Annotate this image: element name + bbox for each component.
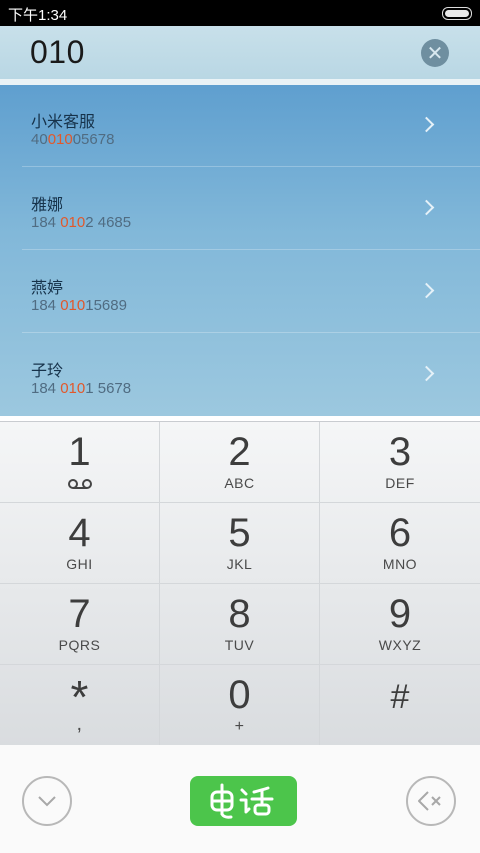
backspace-button[interactable] <box>406 776 456 826</box>
key-6[interactable]: 6 MNO <box>320 503 480 584</box>
row-divider <box>22 332 480 333</box>
key-1[interactable]: 1 <box>0 422 160 503</box>
key-9[interactable]: 9 WXYZ <box>320 584 480 665</box>
dial-keypad: 1 2 ABC 3 DEF 4 GHI 5 JKL 6 MNO 7 PQRS 8… <box>0 421 480 746</box>
voicemail-icon <box>68 479 92 489</box>
key-letters: WXYZ <box>378 637 422 653</box>
row-divider <box>22 166 480 167</box>
key-letters: PQRS <box>58 637 101 653</box>
phone-call-icon <box>210 783 274 819</box>
call-button[interactable] <box>190 776 297 826</box>
key-digit: # <box>390 678 410 716</box>
key-letters: , <box>76 713 83 735</box>
contact-number: 4001005678 <box>31 131 115 148</box>
key-digit: 0 <box>228 673 251 717</box>
key-letters: MNO <box>382 556 418 572</box>
key-digit: 3 <box>388 430 412 474</box>
key-digit: 2 <box>228 430 251 474</box>
status-time: 下午1:34 <box>8 7 68 24</box>
dialed-number[interactable]: 010 <box>30 34 85 71</box>
number-match-highlight: 010 <box>60 214 86 231</box>
key-digit: 8 <box>228 592 251 636</box>
chevron-right-icon[interactable] <box>418 282 435 299</box>
contact-number: 184 01015689 <box>31 297 127 314</box>
battery-icon <box>442 7 472 20</box>
key-digit: 1 <box>68 430 91 474</box>
chevron-right-icon[interactable] <box>418 365 435 382</box>
backspace-icon <box>418 791 441 811</box>
key-letters: GHI <box>66 556 93 572</box>
contact-name: 雅娜 <box>31 195 64 214</box>
chevron-down-icon <box>38 796 56 807</box>
key-digit: 9 <box>388 592 412 636</box>
row-divider <box>22 249 480 250</box>
key-letters: JKL <box>226 556 253 572</box>
contact-results: 小米客服 4001005678 雅娜 184 0102 4685 燕婷 184 … <box>0 85 480 416</box>
key-8[interactable]: 8 TUV <box>160 584 320 665</box>
contact-row[interactable]: 燕婷 184 01015689 <box>0 251 480 333</box>
status-bar: 下午1:34 <box>0 0 480 26</box>
chevron-right-icon[interactable] <box>418 116 435 133</box>
key-3[interactable]: 3 DEF <box>320 422 480 503</box>
key-5[interactable]: 5 JKL <box>160 503 320 584</box>
key-7[interactable]: 7 PQRS <box>0 584 160 665</box>
contact-name: 子玲 <box>31 361 64 380</box>
contact-number: 184 0102 4685 <box>31 214 132 231</box>
key-letters: + <box>234 718 245 735</box>
contact-row[interactable]: 子玲 184 0101 5678 <box>0 334 480 416</box>
key-letters: TUV <box>224 637 255 653</box>
number-match-highlight: 010 <box>47 131 73 148</box>
key-letters: DEF <box>385 475 415 491</box>
key-digit: 7 <box>68 592 91 636</box>
key-0[interactable]: 0 + <box>160 665 320 746</box>
contact-name: 小米客服 <box>31 112 96 131</box>
dial-input-bar: 010 ✕ <box>0 26 480 79</box>
key-digit: 4 <box>68 511 91 555</box>
clear-icon[interactable]: ✕ <box>421 39 449 67</box>
key-digit: 5 <box>228 511 251 555</box>
chevron-right-icon[interactable] <box>418 199 435 216</box>
contact-name: 燕婷 <box>31 278 64 297</box>
contact-row[interactable]: 雅娜 184 0102 4685 <box>0 168 480 250</box>
contact-number: 184 0101 5678 <box>31 380 132 397</box>
key-2[interactable]: 2 ABC <box>160 422 320 503</box>
number-match-highlight: 010 <box>60 297 86 314</box>
key-letters: ABC <box>224 475 255 491</box>
key-4[interactable]: 4 GHI <box>0 503 160 584</box>
number-match-highlight: 010 <box>60 380 86 397</box>
key-hash[interactable]: # <box>320 665 480 746</box>
collapse-keypad-button[interactable] <box>22 776 72 826</box>
contact-row[interactable]: 小米客服 4001005678 <box>0 85 480 167</box>
key-star[interactable]: * , <box>0 665 160 746</box>
action-bar <box>0 745 480 853</box>
key-digit: 6 <box>388 511 412 555</box>
